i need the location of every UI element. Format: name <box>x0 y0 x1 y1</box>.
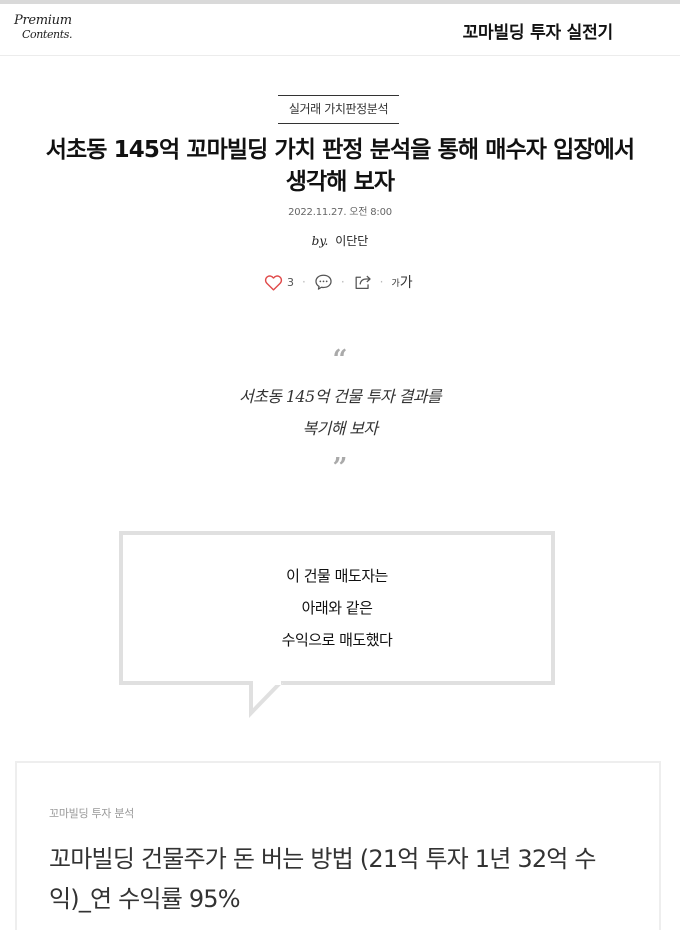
article-title: 서초동 145억 꼬마빌딩 가치 판정 분석을 통해 매수자 입장에서 생각해 … <box>45 137 635 195</box>
heart-outline-icon <box>264 274 283 291</box>
separator-dot: · <box>340 275 345 289</box>
font-size-small-label: 가 <box>391 278 400 289</box>
related-article-card[interactable]: 꼬마빌딩 투자 분석 꼬마빌딩 건물주가 돈 버는 방법 (21억 투자 1년 … <box>15 761 661 930</box>
pull-quote-line2: 복기해 보자 <box>302 419 378 438</box>
comment-button[interactable] <box>314 273 333 291</box>
related-article-category: 꼬마빌딩 투자 분석 <box>49 807 134 820</box>
speech-line1: 이 건물 매도자는 <box>286 567 388 585</box>
article-actions: 3 · · · 가가 <box>264 271 413 293</box>
top-header: Premium Contents. 꼬마빌딩 투자 실전기 <box>0 0 680 56</box>
logo-line2: Contents. <box>22 28 73 41</box>
related-article-title[interactable]: 꼬마빌딩 건물주가 돈 버는 방법 (21억 투자 1년 32억 수익)_연 수… <box>49 839 629 919</box>
pull-quote: 서초동 145억 건물 투자 결과를 복기해 보자 <box>0 381 680 445</box>
speech-line3: 수익으로 매도했다 <box>281 631 393 649</box>
speech-bubble-tail <box>249 680 283 718</box>
premium-contents-logo[interactable]: Premium Contents. <box>14 13 73 47</box>
speech-bubble-icon <box>314 273 333 291</box>
speech-bubble-text: 이 건물 매도자는 아래와 같은 수익으로 매도했다 <box>123 560 551 656</box>
share-button[interactable] <box>353 273 372 291</box>
pull-quote-line1: 서초동 145억 건물 투자 결과를 <box>238 387 442 406</box>
quote-open-mark: “ <box>332 345 348 375</box>
share-arrow-icon <box>353 273 372 291</box>
author-byline: by. 이단단 <box>0 232 680 249</box>
quote-close-mark: ” <box>332 453 348 483</box>
byline-prefix: by. <box>311 234 329 248</box>
like-button[interactable]: 3 <box>264 274 294 291</box>
article-category-tag[interactable]: 실거래 가치판정분석 <box>278 95 399 124</box>
separator-dot: · <box>379 275 384 289</box>
speech-line2: 아래와 같은 <box>301 599 373 617</box>
separator-dot: · <box>302 275 306 289</box>
magazine-title[interactable]: 꼬마빌딩 투자 실전기 <box>463 18 614 43</box>
like-count: 3 <box>287 275 294 289</box>
speech-bubble-box: 이 건물 매도자는 아래와 같은 수익으로 매도했다 <box>119 531 555 685</box>
article-date: 2022.11.27. 오전 8:00 <box>288 207 392 218</box>
font-size-large-label: 가 <box>399 275 413 291</box>
author-name[interactable]: 이단단 <box>335 234 368 248</box>
logo-line1: Premium <box>14 13 72 28</box>
font-size-button[interactable]: 가가 <box>391 272 412 292</box>
